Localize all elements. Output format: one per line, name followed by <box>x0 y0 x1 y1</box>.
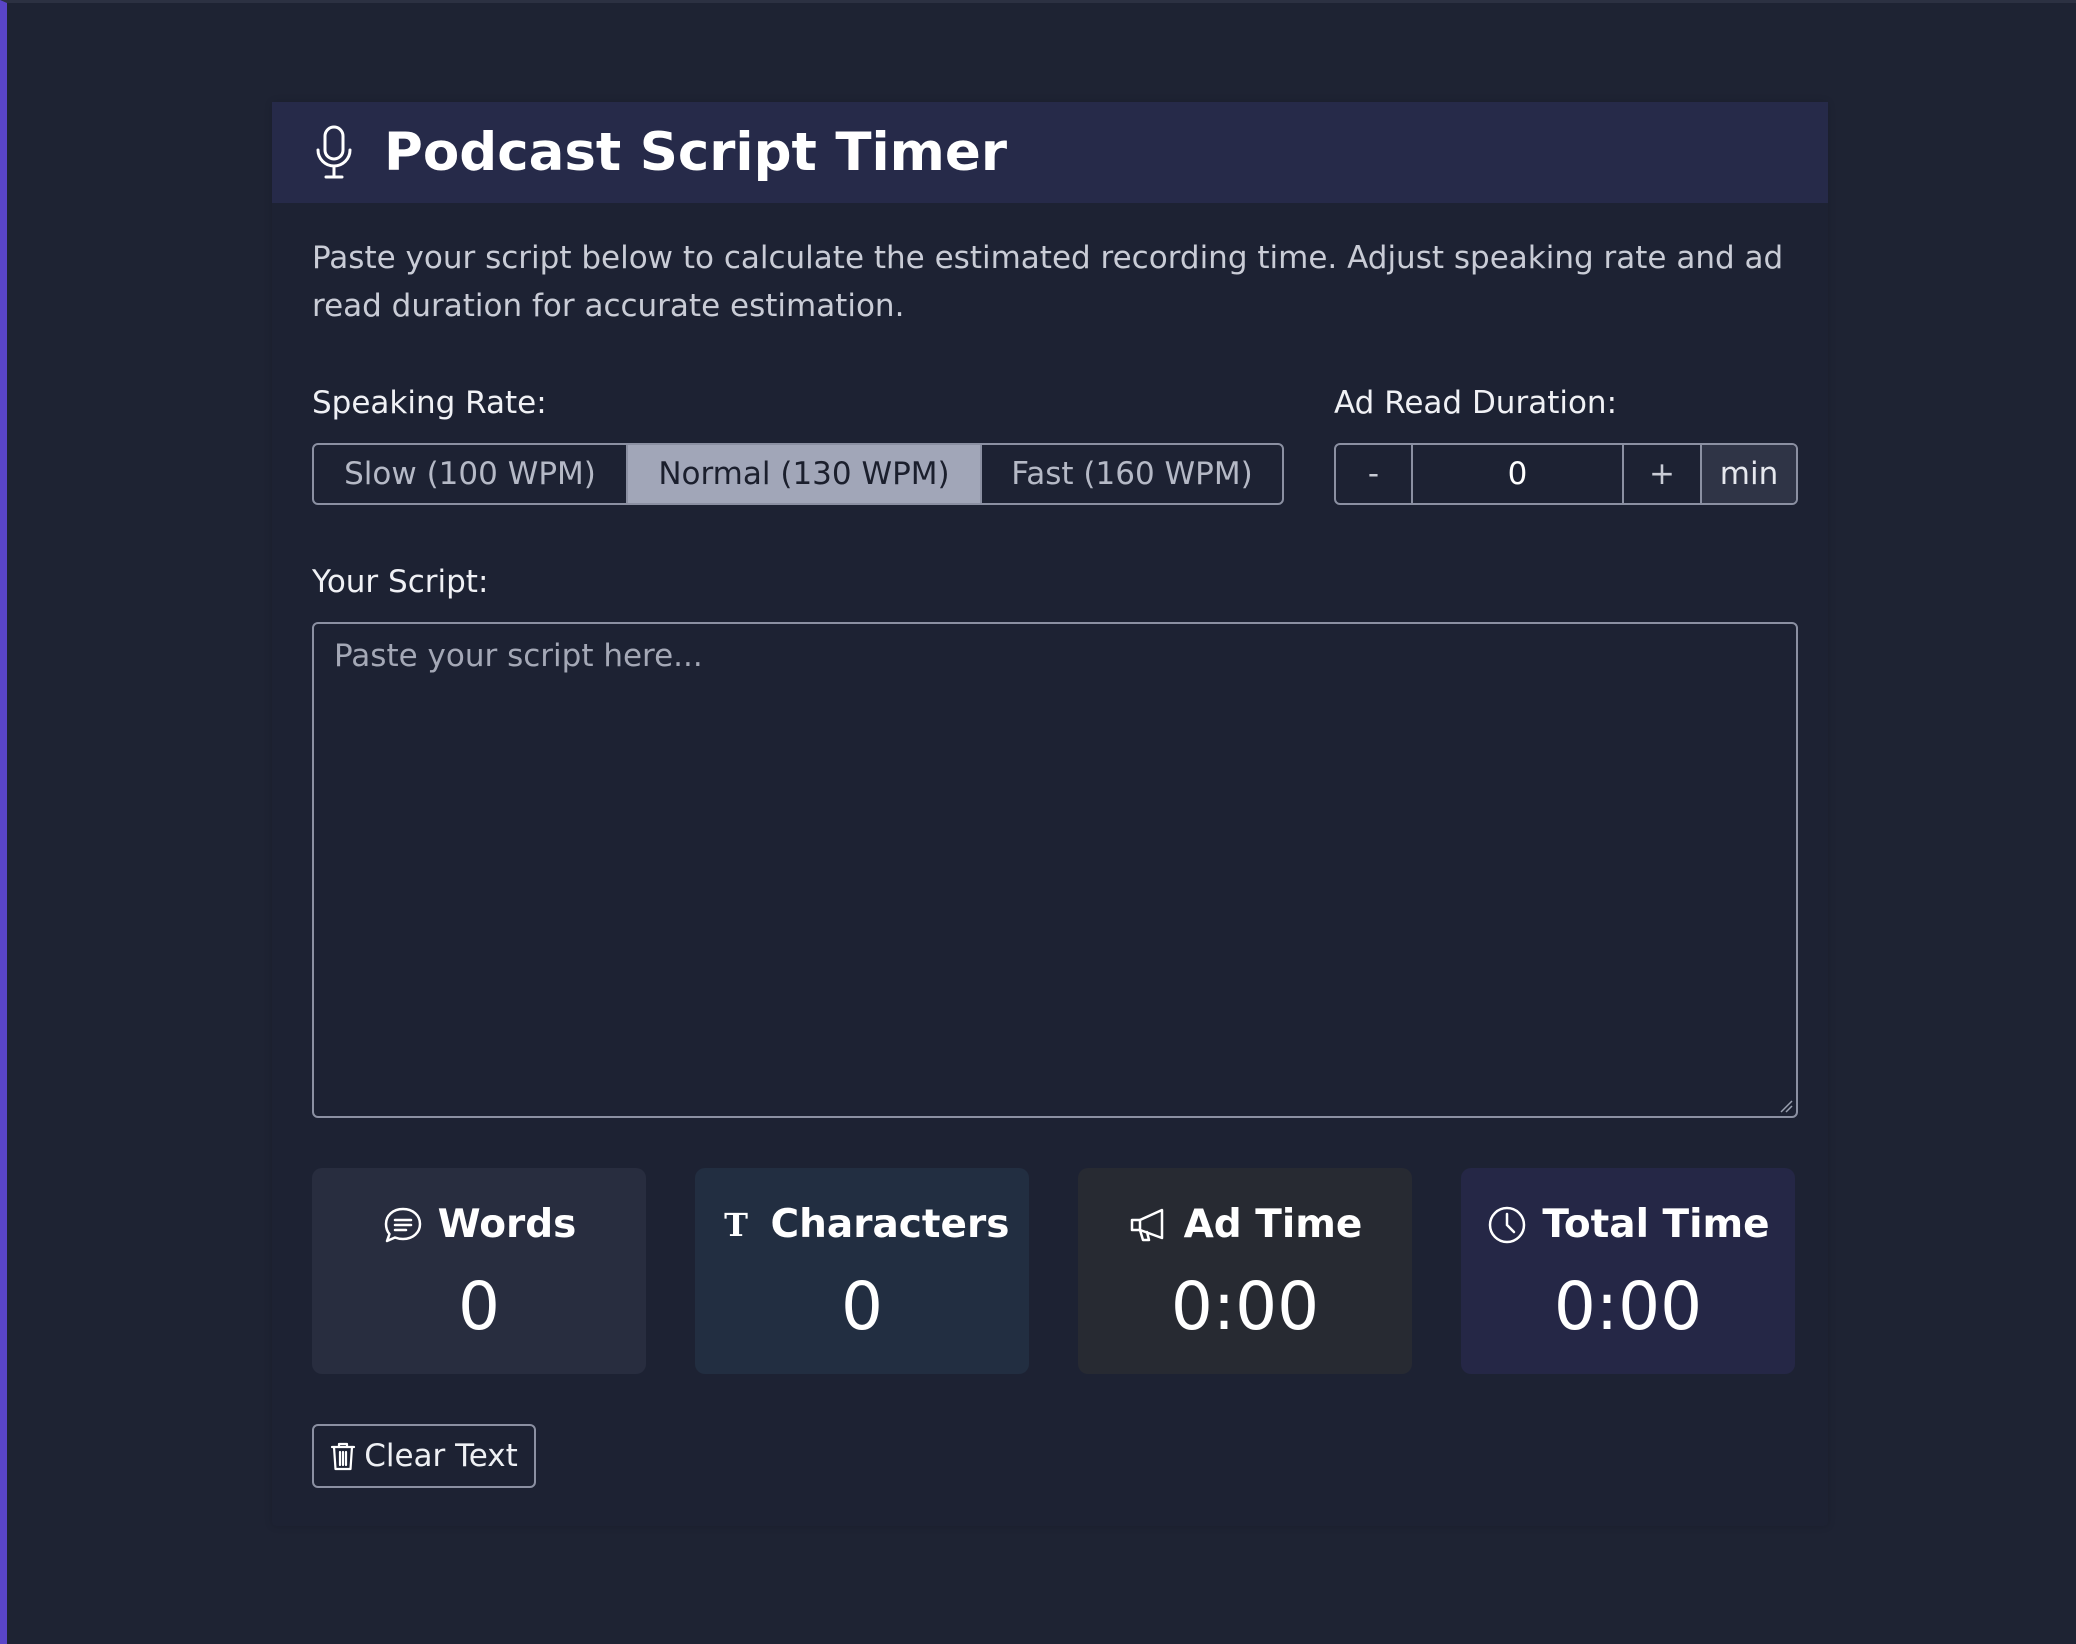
rate-option-fast[interactable]: Fast (160 WPM) <box>980 445 1282 503</box>
total-time-stat-card: Total Time 0:00 <box>1461 1168 1795 1374</box>
characters-stat-card: T Characters 0 <box>695 1168 1029 1374</box>
total-time-label: Total Time <box>1542 1202 1770 1247</box>
clock-icon <box>1489 1206 1526 1243</box>
megaphone-icon <box>1130 1208 1163 1241</box>
speaking-rate-selector: Slow (100 WPM) Normal (130 WPM) Fast (16… <box>312 443 1284 505</box>
script-placeholder: Paste your script here... <box>334 638 703 674</box>
ad-time-stat-card: Ad Time 0:00 <box>1078 1168 1412 1374</box>
app-window: Podcast Script Timer Paste your script b… <box>0 0 2076 1644</box>
resize-handle-icon[interactable] <box>1779 1099 1793 1113</box>
characters-count: 0 <box>841 1268 883 1345</box>
text-icon: T <box>724 1206 748 1244</box>
ad-time-value: 0:00 <box>1170 1268 1320 1345</box>
ad-increment-button[interactable]: + <box>1624 445 1702 503</box>
script-label: Your Script: <box>312 564 489 600</box>
ad-decrement-button[interactable]: - <box>1336 445 1413 503</box>
speech-bubble-icon <box>384 1207 421 1242</box>
characters-label: Characters <box>770 1202 1010 1247</box>
timer-card: Podcast Script Timer Paste your script b… <box>272 102 1828 1526</box>
svg-text:T: T <box>724 1206 748 1244</box>
clear-text-label: Clear Text <box>364 1438 518 1474</box>
rate-option-normal[interactable]: Normal (130 WPM) <box>628 445 980 503</box>
clear-text-button[interactable]: Clear Text <box>312 1424 536 1488</box>
trash-icon <box>331 1442 356 1471</box>
total-time-value: 0:00 <box>1553 1268 1703 1345</box>
ad-read-label: Ad Read Duration: <box>1334 385 1618 421</box>
words-stat-card: Words 0 <box>312 1168 646 1374</box>
speaking-rate-label: Speaking Rate: <box>312 385 547 421</box>
script-textarea[interactable]: Paste your script here... <box>312 622 1798 1118</box>
card-header: Podcast Script Timer <box>272 102 1828 203</box>
words-label: Words <box>437 1202 577 1247</box>
ad-read-stepper: - 0 + min <box>1334 443 1798 505</box>
rate-option-slow[interactable]: Slow (100 WPM) <box>314 445 628 503</box>
words-count: 0 <box>458 1268 500 1345</box>
page-title: Podcast Script Timer <box>384 122 1007 183</box>
ad-unit-label: min <box>1702 445 1796 503</box>
ad-time-label: Ad Time <box>1183 1202 1363 1247</box>
ad-duration-input[interactable]: 0 <box>1413 445 1624 503</box>
description-text: Paste your script below to calculate the… <box>312 240 1784 324</box>
microphone-icon <box>316 125 352 179</box>
